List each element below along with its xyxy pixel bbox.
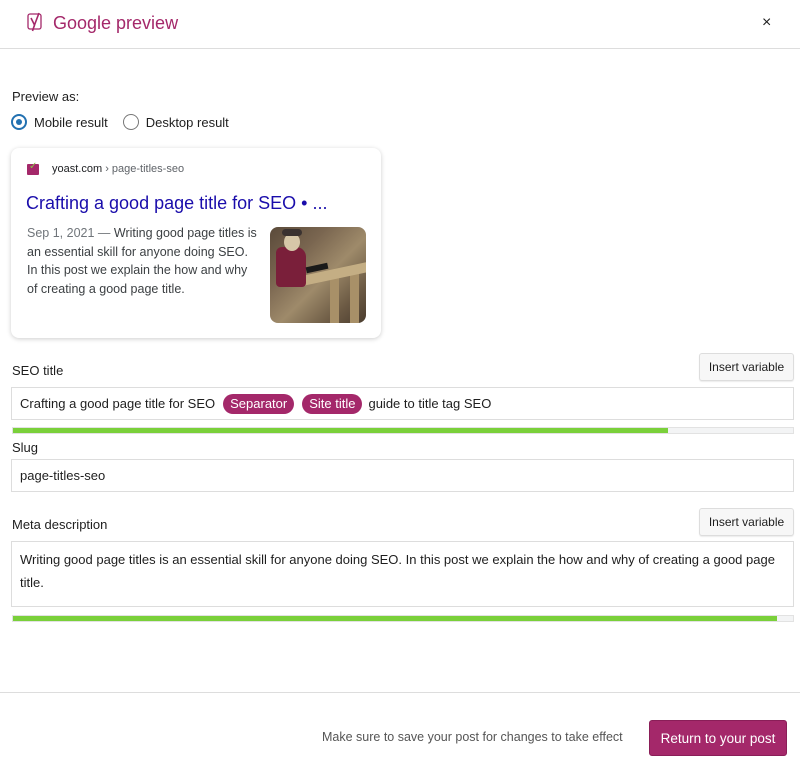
seo-title-text-before: Crafting a good page title for SEO bbox=[20, 396, 216, 411]
desktop-result-radio[interactable] bbox=[122, 114, 139, 130]
seo-title-input[interactable]: Crafting a good page title for SEO Separ… bbox=[11, 387, 794, 420]
snippet-description: Sep 1, 2021 — Writing good page titles i… bbox=[27, 224, 257, 298]
desktop-result-label: Desktop result bbox=[145, 114, 229, 130]
separator-variable-pill[interactable]: Separator bbox=[223, 393, 295, 414]
footer-divider bbox=[0, 692, 800, 693]
slug-value: page-titles-seo bbox=[20, 468, 106, 483]
meta-description-value: Writing good page titles is an essential… bbox=[20, 552, 775, 590]
snippet-dash: — bbox=[94, 226, 114, 240]
snippet-domain: yoast.com bbox=[52, 163, 103, 175]
seo-title-text-after: guide to title tag SEO bbox=[368, 396, 492, 411]
snippet-title[interactable]: Crafting a good page title for SEO • ... bbox=[26, 193, 327, 214]
meta-description-input[interactable]: Writing good page titles is an essential… bbox=[11, 541, 794, 607]
seo-title-label: SEO title bbox=[12, 363, 64, 378]
yoast-logo-icon bbox=[27, 12, 42, 32]
mobile-result-option[interactable]: Mobile result bbox=[11, 114, 108, 130]
modal-header: Google preview × bbox=[0, 0, 800, 49]
seo-title-progress-bar bbox=[12, 427, 794, 434]
favicon-icon bbox=[27, 161, 39, 175]
slug-input[interactable]: page-titles-seo bbox=[11, 459, 794, 492]
preview-mode-radio-group: Mobile result Desktop result bbox=[11, 114, 244, 130]
desktop-result-option[interactable]: Desktop result bbox=[122, 114, 229, 130]
meta-description-insert-variable-button[interactable]: Insert variable bbox=[699, 508, 794, 536]
slug-label: Slug bbox=[12, 440, 39, 455]
modal-title: Google preview bbox=[53, 13, 179, 33]
seo-title-progress-fill bbox=[13, 428, 669, 433]
save-reminder-note: Make sure to save your post for changes … bbox=[322, 730, 623, 744]
snippet-thumbnail-image bbox=[270, 227, 366, 323]
snippet-path: page-titles-seo bbox=[111, 163, 185, 175]
meta-description-label: Meta description bbox=[12, 517, 108, 532]
preview-as-label: Preview as: bbox=[12, 89, 80, 104]
meta-description-progress-fill bbox=[13, 616, 778, 621]
meta-description-progress-bar bbox=[12, 615, 794, 622]
snippet-breadcrumb: yoast.com › page-titles-seo bbox=[52, 163, 184, 175]
mobile-result-label: Mobile result bbox=[34, 114, 108, 130]
mobile-result-radio[interactable] bbox=[11, 114, 27, 130]
breadcrumb-separator: › bbox=[102, 163, 112, 175]
return-to-post-button[interactable]: Return to your post bbox=[649, 720, 787, 756]
google-snippet-card: yoast.com › page-titles-seo Crafting a g… bbox=[11, 148, 381, 338]
snippet-date: Sep 1, 2021 bbox=[27, 226, 95, 240]
seo-title-insert-variable-button[interactable]: Insert variable bbox=[699, 353, 794, 381]
close-icon[interactable]: × bbox=[762, 13, 771, 33]
site-title-variable-pill[interactable]: Site title bbox=[302, 393, 363, 414]
